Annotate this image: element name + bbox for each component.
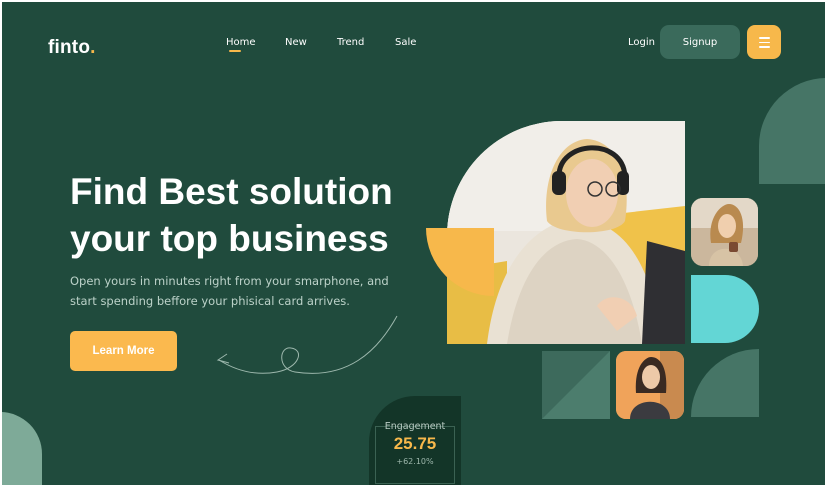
login-link[interactable]: Login	[628, 37, 655, 48]
brand-logo[interactable]: finto.	[48, 37, 96, 59]
headline-line-2: your top business	[70, 218, 389, 259]
hero-headline: Find Best solution your top business	[70, 168, 430, 262]
engagement-label: Engagement	[384, 421, 446, 432]
hamburger-menu-icon[interactable]	[747, 25, 781, 59]
decor-quarter-circle-bottom-left	[2, 412, 42, 485]
curved-arrow-icon	[216, 315, 398, 374]
learn-more-label: Learn More	[92, 345, 155, 357]
decor-quarter-circle-bottom	[691, 349, 759, 417]
landing-page: finto. Home New Trend Sale Login Signup …	[2, 2, 825, 485]
headline-line-1: Find Best solution	[70, 171, 393, 212]
nav-active-indicator	[229, 50, 241, 52]
nav-item-trend[interactable]: Trend	[337, 37, 364, 48]
nav-item-new[interactable]: New	[285, 37, 307, 48]
learn-more-button[interactable]: Learn More	[70, 331, 177, 371]
decor-split-square	[542, 351, 610, 419]
photo-woman-with-coffee	[691, 198, 758, 266]
engagement-value: 25.75	[393, 434, 437, 453]
engagement-change: +62.10%	[396, 457, 434, 466]
brand-name: finto	[48, 37, 91, 58]
nav-item-home[interactable]: Home	[226, 37, 256, 48]
decor-cyan-half-circle	[691, 275, 759, 343]
brand-dot: .	[90, 37, 96, 58]
signup-label: Signup	[682, 36, 718, 48]
decor-quarter-circle-top-right	[759, 78, 825, 184]
nav-item-sale[interactable]: Sale	[395, 37, 416, 48]
engagement-stat-card: Engagement 25.75 +62.10%	[369, 396, 461, 485]
signup-button[interactable]: Signup	[660, 25, 740, 59]
photo-woman-portrait	[616, 351, 684, 419]
decor-yellow-quarter-circle	[426, 228, 494, 296]
